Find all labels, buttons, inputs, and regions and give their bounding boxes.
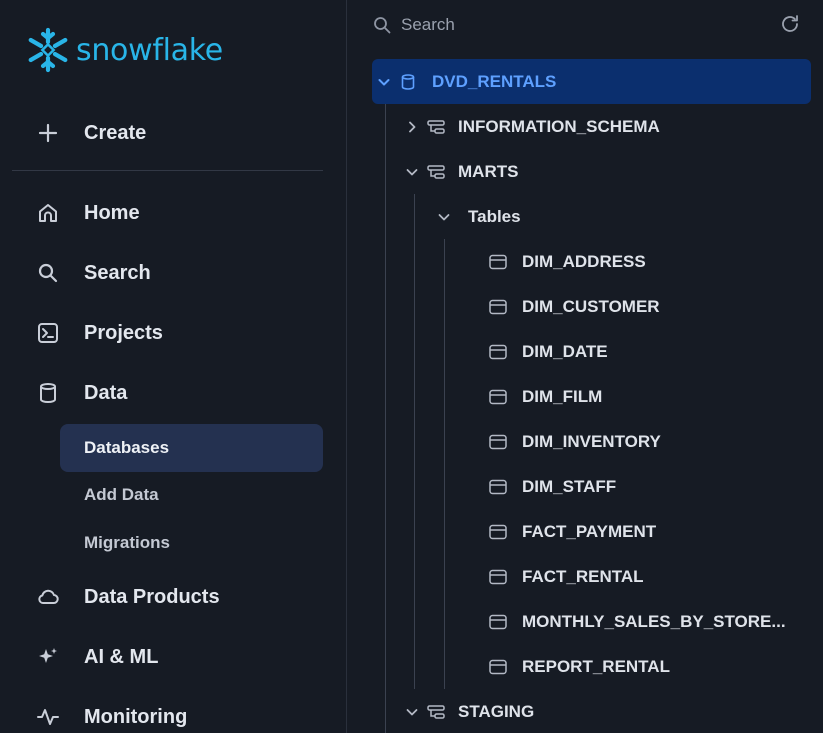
- schema-icon: [426, 702, 446, 722]
- table-icon: [488, 342, 508, 362]
- table-icon: [488, 612, 508, 632]
- sidebar-item-label: Data: [84, 381, 128, 404]
- tree-table-row[interactable]: DIM_FILM: [488, 374, 602, 419]
- sidebar-subitem-migrations[interactable]: Migrations: [60, 519, 323, 567]
- database-icon: [36, 381, 60, 405]
- sidebar-item-label: AI & ML: [84, 645, 159, 668]
- database-icon: [398, 72, 418, 92]
- table-icon: [488, 567, 508, 587]
- chevron-right-icon[interactable]: [404, 119, 420, 135]
- terminal-icon: [36, 321, 60, 345]
- refresh-icon[interactable]: [778, 12, 802, 36]
- sidebar-item-label: Data Products: [84, 585, 220, 608]
- explorer-search: [372, 10, 802, 40]
- sidebar-item-projects[interactable]: Projects: [36, 313, 163, 353]
- create-button[interactable]: Create: [36, 113, 146, 153]
- object-explorer: DVD_RENTALS INFORMATION_SCHEMA MARTS Tab…: [348, 0, 823, 733]
- schema-icon: [426, 117, 446, 137]
- table-name: DIM_DATE: [522, 341, 608, 361]
- sparkle-icon: [36, 645, 60, 669]
- table-icon: [488, 477, 508, 497]
- tree-table-row[interactable]: DIM_CUSTOMER: [488, 284, 660, 329]
- sidebar-item-label: Search: [84, 261, 151, 284]
- tree-schema-row[interactable]: INFORMATION_SCHEMA: [404, 104, 660, 149]
- table-name: DIM_INVENTORY: [522, 431, 661, 451]
- search-input[interactable]: [401, 15, 761, 35]
- search-icon: [372, 15, 392, 35]
- chevron-down-icon[interactable]: [376, 74, 392, 90]
- pulse-icon: [36, 705, 60, 729]
- table-icon: [488, 522, 508, 542]
- home-icon: [36, 201, 60, 225]
- sidebar-item-label: Home: [84, 201, 140, 224]
- schema-name: STAGING: [458, 701, 535, 721]
- table-name: REPORT_RENTAL: [522, 656, 670, 676]
- table-name: FACT_PAYMENT: [522, 521, 657, 541]
- sidebar-subitem-databases[interactable]: Databases: [60, 424, 323, 472]
- sidebar-item-search[interactable]: Search: [36, 253, 151, 293]
- sidebar-divider: [12, 170, 323, 171]
- schema-name: INFORMATION_SCHEMA: [458, 116, 660, 136]
- tree-table-row[interactable]: MONTHLY_SALES_BY_STORE...: [488, 599, 786, 644]
- tables-group-label: Tables: [468, 206, 521, 226]
- chevron-down-icon[interactable]: [436, 209, 452, 225]
- tree-guide-line: [414, 194, 415, 689]
- sidebar-item-monitoring[interactable]: Monitoring: [36, 697, 187, 733]
- tree-table-row[interactable]: FACT_PAYMENT: [488, 509, 656, 554]
- sidebar: snowflake Create Home Search Projects Da…: [0, 0, 347, 733]
- table-name: DIM_STAFF: [522, 476, 617, 496]
- table-icon: [488, 252, 508, 272]
- tree-table-row[interactable]: REPORT_RENTAL: [488, 644, 670, 689]
- table-icon: [488, 432, 508, 452]
- tree-database-row[interactable]: DVD_RENTALS: [372, 59, 811, 104]
- tree-table-row[interactable]: DIM_ADDRESS: [488, 239, 646, 284]
- tree-tables-group[interactable]: Tables: [436, 194, 521, 239]
- tree-guide-line: [444, 239, 445, 689]
- table-name: DIM_FILM: [522, 386, 603, 406]
- table-icon: [488, 297, 508, 317]
- tree-table-row[interactable]: FACT_RENTAL: [488, 554, 644, 599]
- schema-name: MARTS: [458, 161, 519, 181]
- tree-schema-row[interactable]: STAGING: [404, 689, 534, 733]
- sidebar-item-data[interactable]: Data: [36, 373, 127, 413]
- database-name: DVD_RENTALS: [432, 71, 557, 91]
- tree-table-row[interactable]: DIM_DATE: [488, 329, 608, 374]
- brand-name: snowflake: [76, 32, 223, 68]
- sidebar-item-label: Monitoring: [84, 705, 188, 728]
- table-icon: [488, 387, 508, 407]
- tree-table-row[interactable]: DIM_INVENTORY: [488, 419, 661, 464]
- tree-schema-row[interactable]: MARTS: [404, 149, 518, 194]
- cloud-icon: [36, 585, 60, 609]
- sidebar-subitem-add-data[interactable]: Add Data: [60, 471, 323, 519]
- table-name: DIM_ADDRESS: [522, 251, 646, 271]
- sidebar-item-label: Projects: [84, 321, 163, 344]
- snowflake-logo-icon: [28, 27, 68, 73]
- sidebar-item-data-products[interactable]: Data Products: [36, 577, 220, 617]
- search-icon: [36, 261, 60, 285]
- schema-icon: [426, 162, 446, 182]
- snowflake-logo[interactable]: snowflake: [24, 26, 223, 74]
- chevron-down-icon[interactable]: [404, 704, 420, 720]
- table-name: FACT_RENTAL: [522, 566, 644, 586]
- chevron-down-icon[interactable]: [404, 164, 420, 180]
- table-name: MONTHLY_SALES_BY_STORE...: [522, 611, 786, 631]
- sidebar-item-ai-ml[interactable]: AI & ML: [36, 637, 158, 677]
- sidebar-item-home[interactable]: Home: [36, 193, 140, 233]
- tree-guide-line: [385, 104, 386, 733]
- plus-icon: [36, 121, 60, 145]
- create-label: Create: [84, 121, 147, 144]
- table-icon: [488, 657, 508, 677]
- tree-table-row[interactable]: DIM_STAFF: [488, 464, 616, 509]
- table-name: DIM_CUSTOMER: [522, 296, 660, 316]
